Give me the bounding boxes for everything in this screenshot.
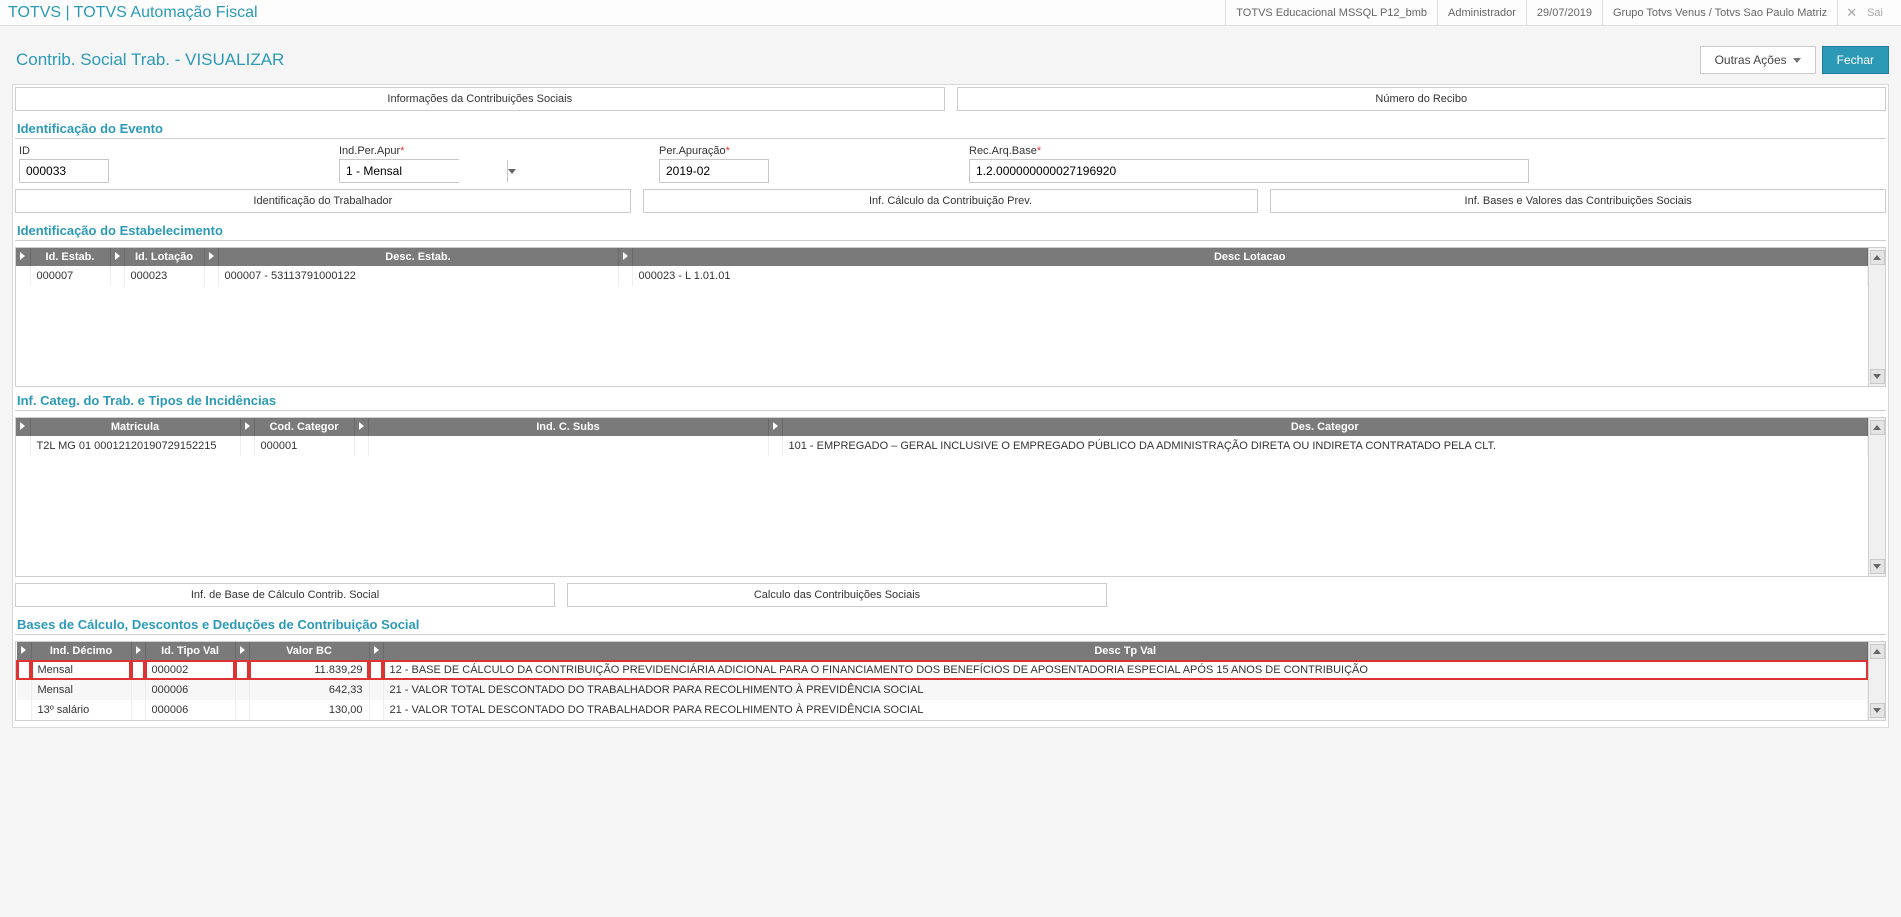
cell-des-categor: 101 - EMPREGADO – GERAL INCLUSIVE O EMPR…	[782, 436, 1868, 456]
section-categ-trab: Inf. Categ. do Trab. e Tipos de Incidênc…	[15, 389, 1886, 411]
col-desc-lotacao[interactable]: Desc Lotacao	[632, 248, 1868, 266]
section-ident-estab: Identificação do Estabelecimento	[15, 219, 1886, 241]
env-name: TOTVS Educacional MSSQL P12_bmb	[1225, 0, 1437, 26]
scroll-up-icon[interactable]	[1870, 644, 1885, 659]
tabs-bottom: Inf. de Base de Cálculo Contrib. Social …	[15, 583, 1886, 611]
cell-id-estab: 000007	[30, 266, 110, 286]
col-id-estab[interactable]: Id. Estab.	[30, 248, 110, 266]
col-desc-estab[interactable]: Desc. Estab.	[218, 248, 618, 266]
cell-id-tipo-val: 000002	[145, 660, 235, 680]
grid-estabelecimento: Id. Estab. Id. Lotação Desc. Estab. Desc…	[15, 247, 1886, 387]
cell-valor-bc: 130,00	[249, 700, 369, 720]
col-ind-decimo[interactable]: Ind. Décimo	[31, 642, 131, 660]
grid-bases: Ind. Décimo Id. Tipo Val Valor BC Desc T…	[15, 641, 1886, 721]
col-matricula[interactable]: Matricula	[30, 418, 240, 436]
cell-id-tipo-val: 000006	[145, 680, 235, 700]
cell-desc-lotacao: 000023 - L 1.01.01	[632, 266, 1868, 286]
col-valor-bc[interactable]: Valor BC	[249, 642, 369, 660]
table-row[interactable]: 000007 000023 000007 - 53113791000122 00…	[16, 266, 1868, 286]
fechar-button[interactable]: Fechar	[1822, 46, 1889, 74]
outras-acoes-button[interactable]: Outras Ações	[1700, 46, 1816, 74]
cell-id-lotacao: 000023	[124, 266, 204, 286]
col-id-tipo-val[interactable]: Id. Tipo Val	[145, 642, 235, 660]
table-row[interactable]: 13º salário 000006 130,00 21 - VALOR TOT…	[17, 700, 1868, 720]
cell-desc-estab: 000007 - 53113791000122	[218, 266, 618, 286]
date: 29/07/2019	[1526, 0, 1602, 26]
cell-valor-bc: 642,33	[249, 680, 369, 700]
grid-categ-header: Matricula Cod. Categor Ind. C. Subs Des.…	[16, 418, 1868, 436]
vertical-scrollbar[interactable]	[1868, 418, 1885, 576]
page-title: Contrib. Social Trab. - VISUALIZAR	[16, 50, 284, 70]
cell-id-tipo-val: 000006	[145, 700, 235, 720]
outras-acoes-label: Outras Ações	[1715, 53, 1787, 67]
label-rec-arq-base: Rec.Arq.Base*	[969, 145, 1529, 157]
cell-desc-tp-val: 12 - BASE DE CÁLCULO DA CONTRIBUIÇÃO PRE…	[383, 660, 1868, 680]
form-ident-evento: ID Ind.Per.Apur* Per.Apuração*	[15, 145, 1886, 189]
label-per-apuracao: Per.Apuração*	[659, 145, 949, 157]
topbar: TOTVS | TOTVS Automação Fiscal TOTVS Edu…	[0, 0, 1901, 26]
label-id: ID	[19, 145, 319, 157]
cell-ind-decimo: 13º salário	[31, 700, 131, 720]
close-icon[interactable]: ✕	[1837, 0, 1865, 26]
input-per-apuracao[interactable]	[659, 159, 769, 183]
vertical-scrollbar[interactable]	[1868, 248, 1885, 386]
cell-valor-bc: 11.839,29	[249, 660, 369, 680]
company: Grupo Totvs Venus / Totvs Sao Paulo Matr…	[1602, 0, 1837, 26]
grid-categoria: Matricula Cod. Categor Ind. C. Subs Des.…	[15, 417, 1886, 577]
tab-info-contrib-sociais[interactable]: Informações da Contribuições Sociais	[15, 87, 945, 111]
select-ind-per-apur-value[interactable]	[340, 160, 507, 182]
cell-desc-tp-val: 21 - VALOR TOTAL DESCONTADO DO TRABALHAD…	[383, 680, 1868, 700]
cell-matricula: T2L MG 01 00012120190729152215	[30, 436, 240, 456]
table-row[interactable]: Mensal 000002 11.839,29 12 - BASE DE CÁL…	[17, 660, 1868, 680]
scroll-up-icon[interactable]	[1870, 250, 1885, 265]
chevron-down-icon[interactable]	[507, 160, 516, 182]
input-id[interactable]	[19, 159, 109, 183]
user-name: Administrador	[1437, 0, 1526, 26]
tab-inf-bases-valores[interactable]: Inf. Bases e Valores das Contribuições S…	[1270, 189, 1886, 213]
page-header: Contrib. Social Trab. - VISUALIZAR Outra…	[12, 36, 1889, 84]
scroll-down-icon[interactable]	[1870, 559, 1885, 574]
scroll-down-icon[interactable]	[1870, 703, 1885, 718]
section-ident-evento: Identificação do Evento	[15, 117, 1886, 139]
select-ind-per-apur[interactable]	[339, 159, 459, 183]
tab-numero-recibo[interactable]: Número do Recibo	[957, 87, 1887, 111]
cell-ind-decimo: Mensal	[31, 680, 131, 700]
tab-inf-base-calculo[interactable]: Inf. de Base de Cálculo Contrib. Social	[15, 583, 555, 607]
col-des-categor[interactable]: Des. Categor	[782, 418, 1868, 436]
cell-cod-categor: 000001	[254, 436, 354, 456]
col-cod-categor[interactable]: Cod. Categor	[254, 418, 354, 436]
scroll-up-icon[interactable]	[1870, 420, 1885, 435]
tab-ident-trabalhador[interactable]: Identificação do Trabalhador	[15, 189, 631, 213]
scroll-down-icon[interactable]	[1870, 369, 1885, 384]
col-desc-tp-val[interactable]: Desc Tp Val	[383, 642, 1868, 660]
input-rec-arq-base[interactable]	[969, 159, 1529, 183]
tab-calculo-contrib[interactable]: Calculo das Contribuições Sociais	[567, 583, 1107, 607]
exit-label[interactable]: Sai	[1865, 0, 1893, 26]
tab-inf-calculo-contrib-prev[interactable]: Inf. Cálculo da Contribuição Prev.	[643, 189, 1259, 213]
grid-bases-header: Ind. Décimo Id. Tipo Val Valor BC Desc T…	[17, 642, 1868, 660]
label-ind-per-apur: Ind.Per.Apur*	[339, 145, 639, 157]
col-id-lotacao[interactable]: Id. Lotação	[124, 248, 204, 266]
grid-estab-header: Id. Estab. Id. Lotação Desc. Estab. Desc…	[16, 248, 1868, 266]
tabs-top: Informações da Contribuições Sociais Núm…	[15, 87, 1886, 115]
vertical-scrollbar[interactable]	[1868, 642, 1885, 720]
section-bases-calculo: Bases de Cálculo, Descontos e Deduções d…	[15, 613, 1886, 635]
table-row[interactable]: T2L MG 01 00012120190729152215 000001 10…	[16, 436, 1868, 456]
tabs-mid: Identificação do Trabalhador Inf. Cálcul…	[15, 189, 1886, 217]
cell-ind-decimo: Mensal	[31, 660, 131, 680]
cell-desc-tp-val: 21 - VALOR TOTAL DESCONTADO DO TRABALHAD…	[383, 700, 1868, 720]
cell-ind-c-subs	[368, 436, 768, 456]
table-row[interactable]: Mensal 000006 642,33 21 - VALOR TOTAL DE…	[17, 680, 1868, 700]
app-title: TOTVS | TOTVS Automação Fiscal	[8, 4, 258, 22]
main-panel: Informações da Contribuições Sociais Núm…	[12, 84, 1889, 728]
col-ind-c-subs[interactable]: Ind. C. Subs	[368, 418, 768, 436]
